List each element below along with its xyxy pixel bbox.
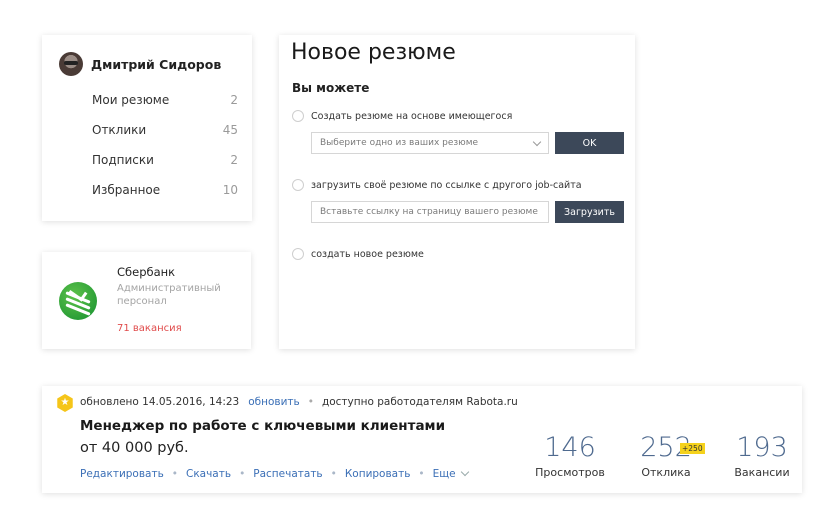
company-category: Административный персонал (117, 283, 221, 307)
resume-salary: от 40 000 руб. (80, 440, 189, 456)
stat-value: 146 (544, 432, 596, 463)
menu-item-count: 10 (222, 183, 238, 197)
menu-item-label: Отклики (92, 123, 147, 137)
menu-item-favorites[interactable]: Избранное 10 (92, 183, 238, 213)
resume-link-input[interactable]: Вставьте ссылку на страницу вашего резюм… (311, 201, 549, 223)
menu-item-label: Мои резюме (92, 93, 170, 107)
resume-actions: Редактировать • Скачать • Распечатать • … (80, 467, 469, 480)
menu-item-my-resumes[interactable]: Мои резюме 2 (92, 93, 238, 123)
radio-button[interactable] (292, 179, 304, 191)
profile-menu: Мои резюме 2 Отклики 45 Подписки 2 Избра… (92, 93, 238, 213)
company-vacancies-link[interactable]: 71 вакансия (117, 323, 182, 334)
chevron-down-icon (532, 137, 542, 146)
copy-link[interactable]: Копировать (345, 468, 411, 480)
more-menu[interactable]: Еще (433, 468, 456, 480)
user-row[interactable]: Дмитрий Сидоров (59, 52, 221, 76)
star-icon: ★ (60, 397, 70, 408)
menu-item-count: 2 (230, 93, 238, 107)
profile-card: Дмитрий Сидоров Мои резюме 2 Отклики 45 … (42, 35, 252, 221)
input-placeholder: Вставьте ссылку на страницу вашего резюм… (320, 207, 538, 217)
separator-dot: • (307, 396, 314, 408)
select-placeholder: Выберите одно из ваших резюме (320, 138, 479, 148)
upload-button[interactable]: Загрузить (555, 201, 624, 223)
stat-label: Вакансии (734, 466, 790, 479)
menu-item-subscriptions[interactable]: Подписки 2 (92, 153, 238, 183)
resume-badge: ★ (57, 394, 73, 412)
avatar[interactable] (59, 52, 83, 76)
chevron-down-icon[interactable] (460, 467, 469, 477)
resume-title[interactable]: Менеджер по работе с ключевыми клиентами (80, 418, 445, 434)
ok-button[interactable]: OK (555, 132, 624, 154)
resume-meta: обновлено 14.05.2016, 14:23 обновить • д… (80, 396, 518, 408)
separator-dot: • (330, 468, 337, 480)
separator-dot: • (171, 468, 178, 480)
stat-value: 193 (736, 432, 788, 463)
menu-item-label: Избранное (92, 183, 161, 197)
updated-date: обновлено 14.05.2016, 14:23 (80, 396, 240, 408)
print-link[interactable]: Распечатать (253, 468, 322, 480)
radio-button[interactable] (292, 110, 304, 122)
separator-dot: • (239, 468, 246, 480)
section-subtitle: Вы можете (292, 81, 370, 95)
stat-label: Просмотров (535, 466, 605, 479)
option-upload-link[interactable]: загрузить своё резюме по ссылке с другог… (292, 179, 582, 191)
menu-item-count: 2 (230, 153, 238, 167)
stat-responses[interactable]: 252 Отклика (626, 433, 706, 480)
menu-item-responses[interactable]: Отклики 45 (92, 123, 238, 153)
company-card[interactable]: Сбербанк Административный персонал 71 ва… (42, 252, 251, 349)
refresh-link[interactable]: обновить (248, 396, 300, 408)
resume-select[interactable]: Выберите одно из ваших резюме (311, 132, 549, 154)
option-label: создать новое резюме (311, 248, 424, 260)
user-name[interactable]: Дмитрий Сидоров (91, 57, 221, 72)
visibility-status: доступно работодателям Rabota.ru (321, 396, 518, 408)
new-responses-badge: +250 (680, 443, 705, 454)
new-resume-card: Новое резюме Вы можете Создать резюме на… (279, 35, 635, 349)
stat-vacancies[interactable]: 193 Вакансии (722, 432, 802, 480)
option-label: Создать резюме на основе имеющегося (311, 110, 513, 122)
stat-views[interactable]: 146 Просмотров (530, 432, 610, 480)
separator-dot: • (418, 468, 425, 480)
option-create-new[interactable]: создать новое резюме (292, 248, 424, 260)
menu-item-label: Подписки (92, 153, 154, 167)
download-link[interactable]: Скачать (186, 468, 231, 480)
option-label: загрузить своё резюме по ссылке с другог… (311, 179, 582, 191)
stat-label: Отклика (641, 466, 691, 479)
page-title: Новое резюме (291, 40, 456, 65)
menu-item-count: 45 (222, 123, 238, 137)
resume-card: ★ обновлено 14.05.2016, 14:23 обновить •… (42, 386, 802, 493)
radio-button[interactable] (292, 248, 304, 260)
sberbank-logo (59, 282, 97, 320)
option-from-existing[interactable]: Создать резюме на основе имеющегося (292, 110, 512, 122)
company-name[interactable]: Сбербанк (117, 265, 175, 279)
edit-link[interactable]: Редактировать (80, 468, 164, 480)
